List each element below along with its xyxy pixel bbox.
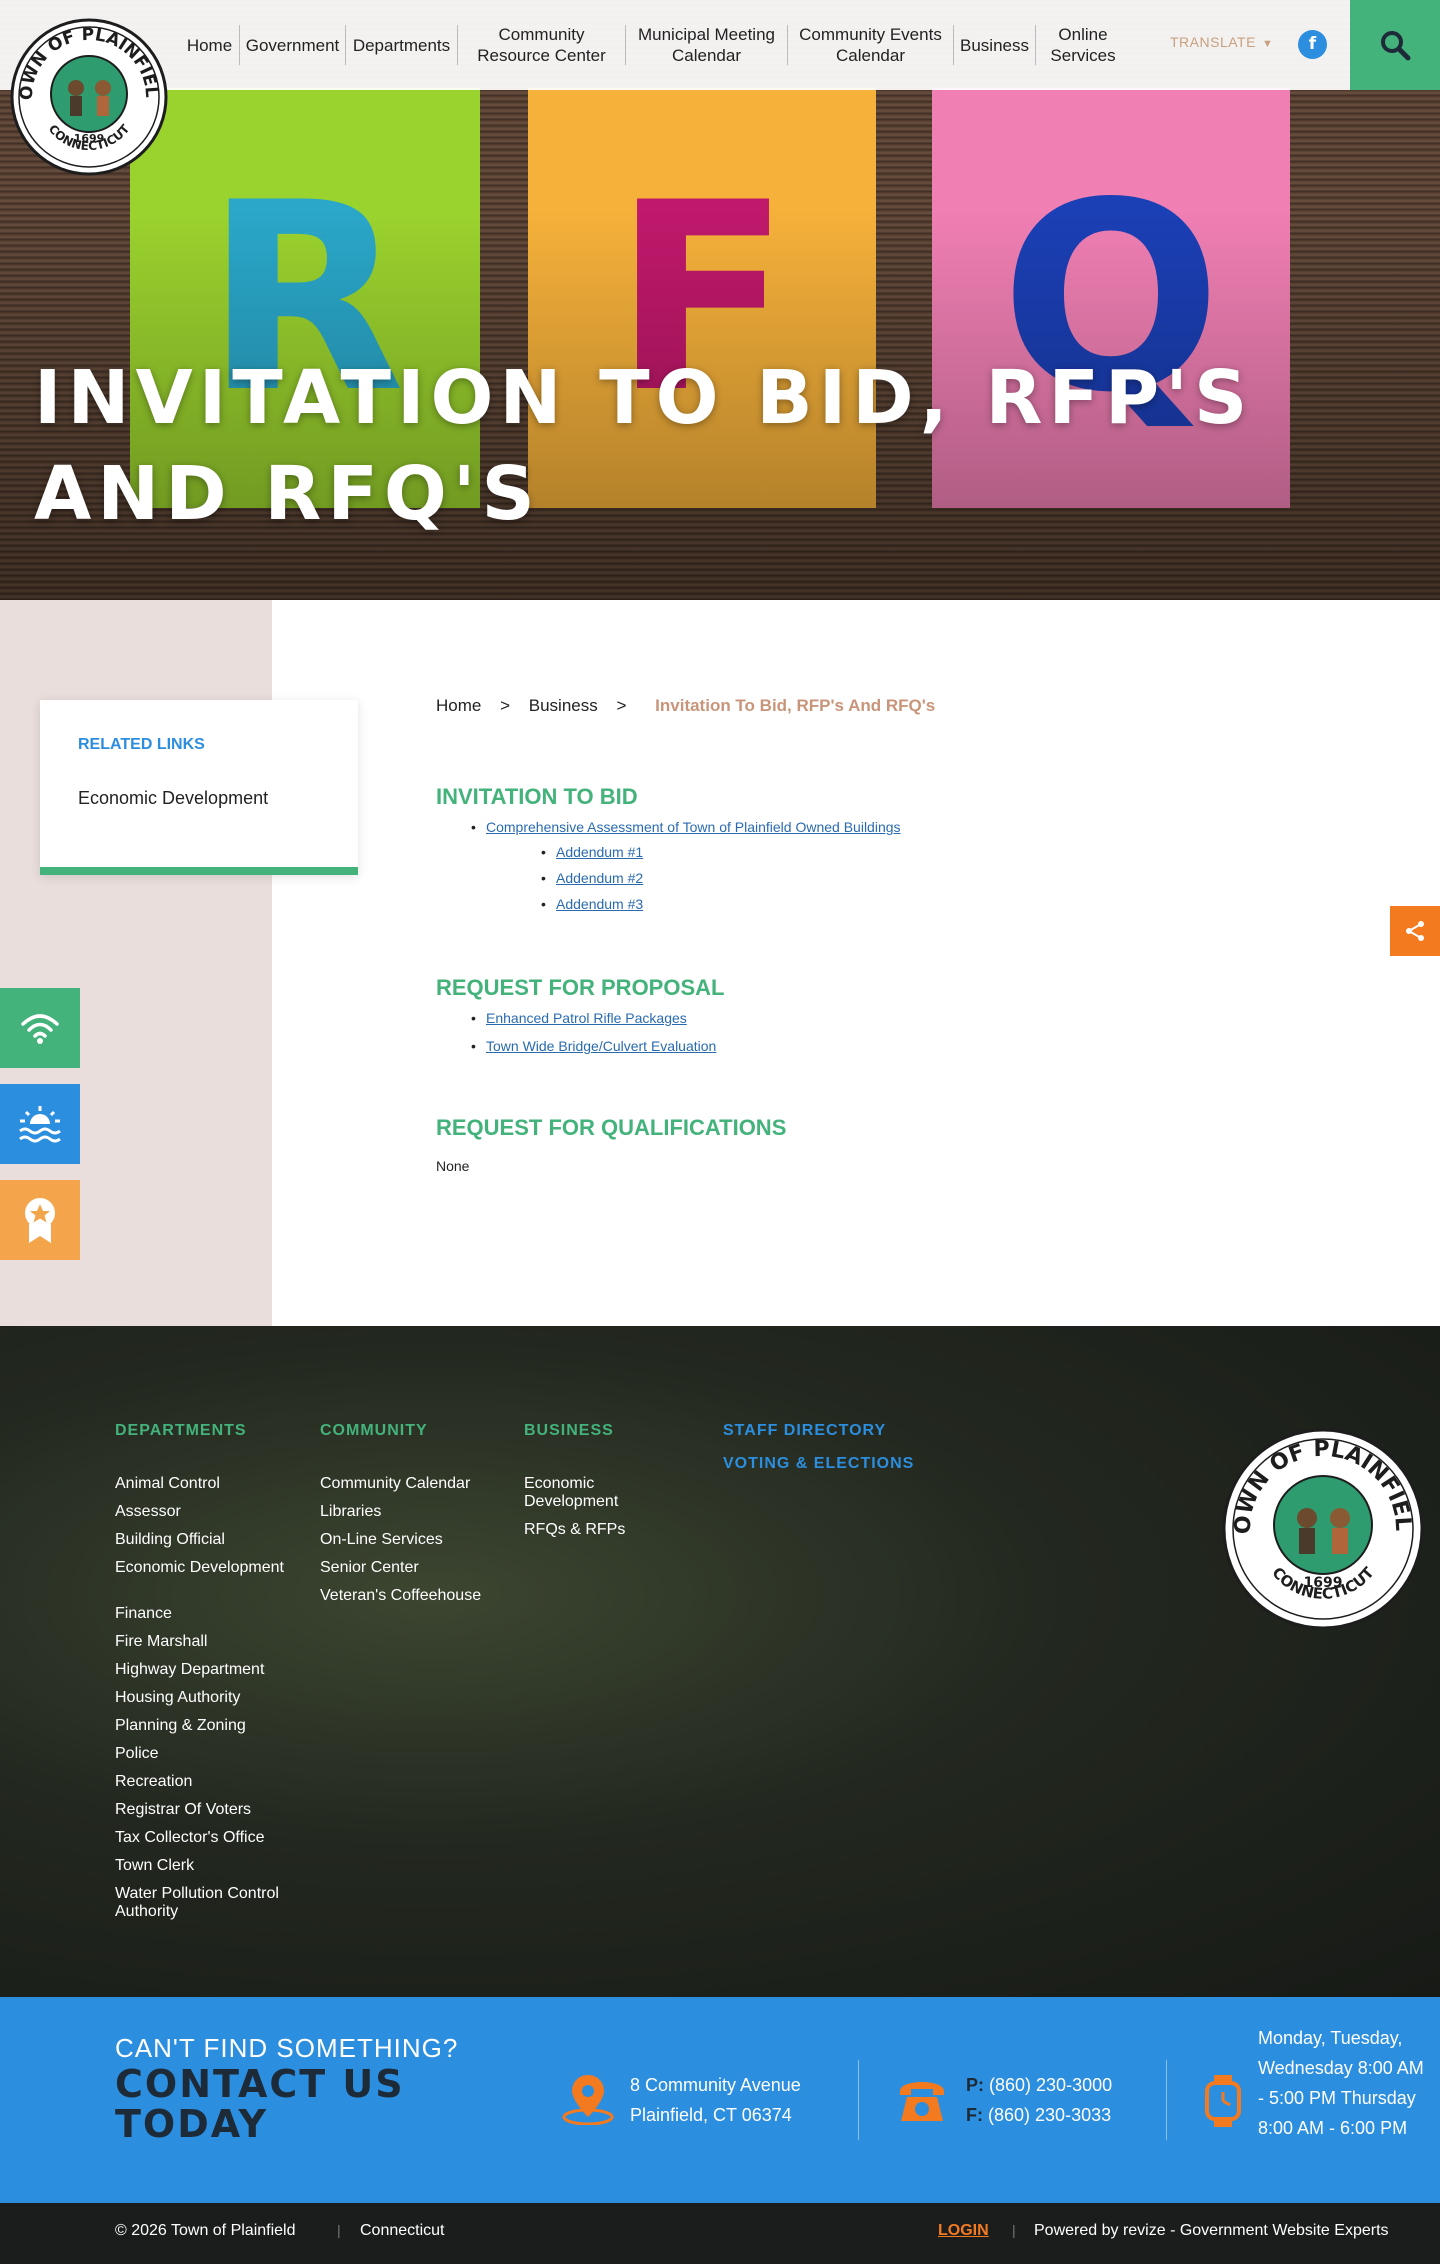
facebook-icon[interactable]: f [1298, 30, 1327, 59]
share-button[interactable] [1390, 906, 1440, 956]
phone-label: P: [966, 2075, 984, 2095]
office-hours: Monday, Tuesday, Wednesday 8:00 AM - 5:0… [1258, 2028, 1424, 2138]
wifi-quick-link[interactable] [0, 988, 80, 1068]
footer-link-rfqs-rfps[interactable]: RFQs & RFPs [524, 1521, 625, 1539]
footer-link-town-clerk[interactable]: Town Clerk [115, 1857, 194, 1875]
contact-divider [858, 2060, 859, 2140]
contact-divider [1166, 2060, 1167, 2140]
footer-link-fire-marshall[interactable]: Fire Marshall [115, 1633, 207, 1651]
nav-business[interactable]: Business [954, 25, 1036, 65]
nav-departments[interactable]: Departments [346, 25, 458, 65]
bottom-separator: | [337, 2222, 341, 2238]
footer-link-finance[interactable]: Finance [115, 1605, 172, 1623]
invitation-to-bid-heading: INVITATION TO BID [436, 784, 638, 809]
footer-staff-directory-link[interactable]: STAFF DIRECTORY [723, 1422, 886, 1440]
translate-dropdown[interactable]: TRANSLATE ▼ [1170, 34, 1273, 50]
footer-community-title: COMMUNITY [320, 1422, 428, 1439]
breadcrumb-separator: > [616, 696, 627, 715]
addendum-1-link[interactable]: Addendum #1 [541, 844, 643, 860]
location-pin-icon [562, 2075, 614, 2125]
bottom-separator: | [1012, 2222, 1016, 2238]
svg-text:1699: 1699 [74, 132, 105, 145]
footer-business-title: BUSINESS [524, 1422, 614, 1439]
sun-waves-icon [19, 1106, 61, 1143]
state-text: Connecticut [360, 2222, 445, 2239]
footer-link-tax-collector[interactable]: Tax Collector's Office [115, 1829, 264, 1847]
footer-link-highway-department[interactable]: Highway Department [115, 1661, 264, 1679]
rfp-link-bridge-culvert[interactable]: Town Wide Bridge/Culvert Evaluation [471, 1038, 716, 1054]
breadcrumb-business[interactable]: Business [529, 696, 598, 715]
footer-link-building-official[interactable]: Building Official [115, 1531, 225, 1549]
rfq-body-text: None [436, 1158, 470, 1174]
hero-banner: R F Q INVITATION TO BID, RFP'S AND RFQ'S [0, 0, 1440, 600]
footer-link-planning-zoning[interactable]: Planning & Zoning [115, 1717, 246, 1735]
nav-community-resource-center[interactable]: Community Resource Center [458, 25, 626, 65]
cant-find-text: CAN'T FIND SOMETHING? [115, 2033, 459, 2063]
footer-link-libraries[interactable]: Libraries [320, 1503, 381, 1521]
translate-label: TRANSLATE [1170, 34, 1256, 50]
addendum-3-link[interactable]: Addendum #3 [541, 896, 643, 912]
nav-municipal-meeting-calendar[interactable]: Municipal Meeting Calendar [626, 25, 788, 65]
nav-online-services[interactable]: Online Services [1036, 25, 1130, 65]
itb-link-comprehensive-assessment[interactable]: Comprehensive Assessment of Town of Plai… [471, 819, 901, 835]
related-links-title: RELATED LINKS [78, 736, 205, 753]
award-ribbon-icon [25, 1198, 55, 1243]
related-link-economic-development[interactable]: Economic Development [78, 788, 268, 809]
wifi-icon [21, 1014, 59, 1044]
breadcrumb: Home > Business > Invitation To Bid, RFP… [436, 696, 949, 716]
login-link[interactable]: LOGIN [938, 2222, 989, 2240]
address-block: 8 Community Avenue Plainfield, CT 06374 [630, 2070, 801, 2130]
beach-quick-link[interactable] [0, 1084, 80, 1164]
footer-link-animal-control[interactable]: Animal Control [115, 1475, 220, 1493]
footer-link-online-services[interactable]: On-Line Services [320, 1531, 443, 1549]
telephone-icon [900, 2082, 944, 2121]
footer-link-housing-authority[interactable]: Housing Authority [115, 1689, 240, 1707]
footer-link-veterans-coffeehouse[interactable]: Veteran's Coffeehouse [320, 1587, 481, 1605]
phone-block: P: (860) 230-3000 F: (860) 230-3033 [966, 2070, 1112, 2130]
copyright-text: © 2026 Town of Plainfield [115, 2222, 296, 2239]
watch-clock-icon [1205, 2075, 1241, 2127]
fax-number: (860) 230-3033 [988, 2105, 1112, 2125]
related-links-card: RELATED LINKS Economic Development [40, 700, 358, 875]
request-for-proposal-heading: REQUEST FOR PROPOSAL [436, 975, 725, 1000]
request-for-qualifications-heading: REQUEST FOR QUALIFICATIONS [436, 1115, 787, 1140]
main-nav: Home Government Departments Community Re… [180, 0, 1130, 90]
footer-voting-elections-link[interactable]: VOTING & ELECTIONS [723, 1455, 914, 1473]
footer-link-senior-center[interactable]: Senior Center [320, 1559, 419, 1577]
footer-link-economic-development[interactable]: Economic Development [115, 1559, 305, 1577]
address-line-1: 8 Community Avenue [630, 2075, 801, 2095]
search-button[interactable] [1350, 0, 1440, 90]
nav-government[interactable]: Government [240, 25, 346, 65]
footer-town-seal-logo: TOWN OF PLAINFIELD CONNECTICUT 1699 [1213, 1409, 1424, 1630]
chevron-down-icon: ▼ [1261, 38, 1274, 50]
breadcrumb-home[interactable]: Home [436, 696, 481, 715]
town-seal-logo[interactable]: TOWN OF PLAINFIELD CONNECTICUT 1699 [3, 3, 168, 176]
powered-by-link[interactable]: Powered by revize - Government Website E… [1034, 2222, 1389, 2240]
nav-home[interactable]: Home [180, 25, 240, 65]
award-quick-link[interactable] [0, 1180, 80, 1260]
share-icon [1406, 921, 1424, 941]
contact-us-today-heading: CONTACT US TODAY [115, 2062, 405, 2146]
footer-link-community-calendar[interactable]: Community Calendar [320, 1475, 470, 1493]
footer-departments-title: DEPARTMENTS [115, 1422, 247, 1439]
footer-link-recreation[interactable]: Recreation [115, 1773, 192, 1791]
search-icon [1381, 31, 1411, 61]
footer-link-registrar-of-voters[interactable]: Registrar Of Voters [115, 1801, 251, 1819]
phone-number[interactable]: (860) 230-3000 [989, 2075, 1112, 2095]
address-line-2: Plainfield, CT 06374 [630, 2105, 792, 2125]
page-title: INVITATION TO BID, RFP'S AND RFQ'S [34, 355, 1254, 537]
breadcrumb-current: Invitation To Bid, RFP's And RFQ's [655, 696, 936, 715]
breadcrumb-separator: > [500, 696, 511, 715]
footer-link-business-economic-development[interactable]: Economic Development [524, 1475, 644, 1511]
addendum-2-link[interactable]: Addendum #2 [541, 870, 643, 886]
svg-text:1699: 1699 [1304, 1575, 1343, 1591]
site-header: Home Government Departments Community Re… [0, 0, 1440, 90]
footer-link-police[interactable]: Police [115, 1745, 159, 1763]
fax-label: F: [966, 2105, 983, 2125]
footer-link-assessor[interactable]: Assessor [115, 1503, 181, 1521]
nav-community-events-calendar[interactable]: Community Events Calendar [788, 25, 954, 65]
footer-link-water-pollution-control[interactable]: Water Pollution Control Authority [115, 1885, 315, 1921]
rfp-link-rifle-packages[interactable]: Enhanced Patrol Rifle Packages [471, 1010, 687, 1026]
